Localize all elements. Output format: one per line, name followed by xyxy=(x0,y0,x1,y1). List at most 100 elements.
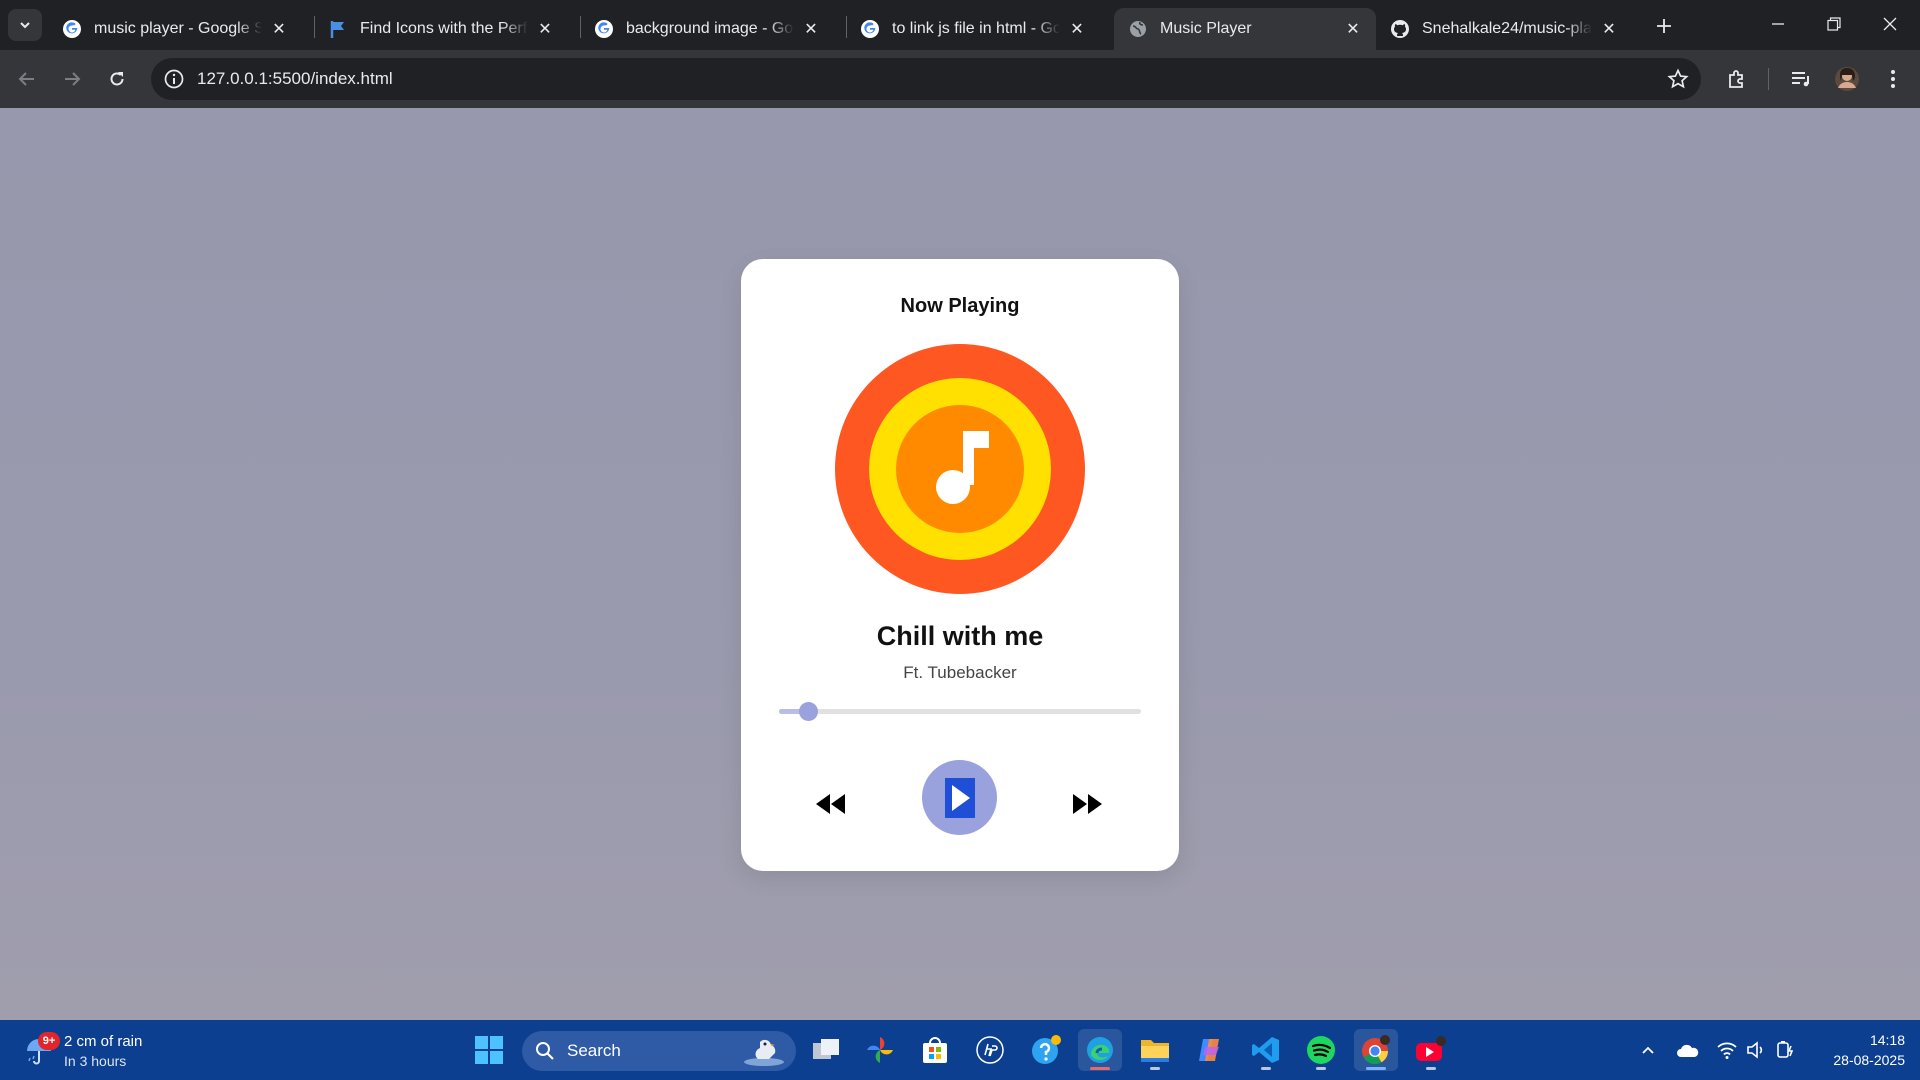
page-viewport: Now Playing Chill with me Ft. Tubebacker xyxy=(0,108,1920,1020)
store-bag-icon xyxy=(923,1037,947,1063)
browser-toolbar: 127.0.0.1:5500/index.html xyxy=(0,50,1920,108)
playlist-icon xyxy=(1792,72,1809,87)
close-window-button[interactable] xyxy=(1862,0,1918,48)
cloud-icon xyxy=(1677,1044,1699,1057)
google-icon xyxy=(594,19,614,39)
taskbar-spotify[interactable] xyxy=(1299,1029,1343,1071)
notification-badge: 9+ xyxy=(38,1032,60,1050)
search-icon xyxy=(536,1042,554,1060)
fast-forward-icon xyxy=(1073,794,1102,814)
weather-detail: In 3 hours xyxy=(64,1053,127,1069)
site-info-icon[interactable] xyxy=(163,68,185,90)
taskbar-hp[interactable] xyxy=(968,1029,1012,1071)
battery-charging-icon xyxy=(1777,1041,1794,1058)
close-icon[interactable]: ✕ xyxy=(534,18,556,40)
taskbar-photos[interactable] xyxy=(858,1029,902,1071)
extensions-button[interactable] xyxy=(1724,66,1750,92)
active-indicator xyxy=(1366,1067,1386,1070)
arrow-left-icon xyxy=(18,72,34,86)
taskbar-microsoft-store[interactable] xyxy=(913,1029,957,1071)
minimize-button[interactable] xyxy=(1750,0,1806,48)
tab-strip: music player - Google Search ✕ Find Icon… xyxy=(0,0,1920,50)
speaker-icon xyxy=(1747,1041,1763,1059)
media-controls-button[interactable] xyxy=(1788,66,1814,92)
tab-find-icons[interactable]: Find Icons with the Perfect Look & Feel … xyxy=(314,8,568,50)
previous-button[interactable] xyxy=(811,784,851,824)
close-icon[interactable]: ✕ xyxy=(1598,18,1620,40)
bookmark-star-icon[interactable] xyxy=(1667,68,1689,90)
taskbar-copilot[interactable] xyxy=(1188,1029,1232,1071)
onedrive-tray[interactable] xyxy=(1676,1038,1700,1062)
running-indicator xyxy=(1426,1067,1436,1070)
hp-logo-icon xyxy=(976,1036,1004,1064)
weather-summary: 2 cm of rain xyxy=(64,1033,143,1050)
next-button[interactable] xyxy=(1067,784,1107,824)
forward-button[interactable] xyxy=(55,62,89,96)
close-icon[interactable]: ✕ xyxy=(1066,18,1088,40)
close-icon[interactable]: ✕ xyxy=(1342,18,1364,40)
close-icon[interactable]: ✕ xyxy=(268,18,290,40)
taskbar-edge[interactable] xyxy=(1078,1029,1122,1071)
weather-widget[interactable]: 9+ 2 cm of rain In 3 hours xyxy=(20,1026,180,1074)
task-view-icon xyxy=(813,1039,839,1059)
taskbar-youtube[interactable] xyxy=(1409,1029,1453,1071)
song-title: Chill with me xyxy=(876,621,1044,651)
taskbar-help[interactable] xyxy=(1024,1029,1068,1071)
play-button[interactable] xyxy=(922,760,997,835)
taskbar-file-explorer[interactable] xyxy=(1133,1029,1177,1071)
close-icon[interactable]: ✕ xyxy=(800,18,822,40)
now-playing-heading: Now Playing xyxy=(900,295,1020,317)
reload-button[interactable] xyxy=(100,62,134,96)
wifi-tray[interactable] xyxy=(1715,1038,1739,1062)
restore-button[interactable] xyxy=(1806,0,1862,48)
back-button[interactable] xyxy=(10,62,44,96)
tab-title: to link js file in html - Google Search xyxy=(892,20,1060,37)
chevron-down-icon xyxy=(20,22,30,29)
progress-thumb[interactable] xyxy=(798,702,818,721)
tab-background-image[interactable]: background image - Google Search ✕ xyxy=(580,8,834,50)
arrow-right-icon xyxy=(65,72,81,86)
clock-time: 14:18 xyxy=(1869,1032,1905,1048)
taskbar-search[interactable]: Search xyxy=(522,1031,796,1071)
running-indicator xyxy=(1150,1067,1160,1070)
tab-title: Find Icons with the Perfect Look & Feel xyxy=(360,20,528,37)
new-tab-button[interactable] xyxy=(1650,12,1678,40)
profile-avatar[interactable] xyxy=(1834,66,1860,92)
windows-logo-icon xyxy=(475,1036,503,1064)
browser-menu-button[interactable] xyxy=(1880,66,1906,92)
show-hidden-icons-button[interactable] xyxy=(1636,1038,1660,1062)
more-vertical-icon xyxy=(1891,70,1895,88)
tab-search-button[interactable] xyxy=(8,9,42,41)
progress-slider[interactable] xyxy=(779,702,1141,721)
url-text[interactable]: 127.0.0.1:5500/index.html xyxy=(197,69,393,89)
album-art xyxy=(835,344,1085,594)
google-icon xyxy=(62,19,82,39)
flag-icon xyxy=(328,19,348,39)
wifi-icon xyxy=(1717,1042,1737,1059)
copilot-icon xyxy=(1199,1039,1219,1061)
chevron-up-icon xyxy=(1642,1046,1654,1054)
tab-music-player-search[interactable]: music player - Google Search ✕ xyxy=(48,8,302,50)
volume-tray[interactable] xyxy=(1744,1038,1768,1062)
reload-icon xyxy=(110,72,124,86)
tab-music-player[interactable]: Music Player ✕ xyxy=(1114,8,1376,50)
taskbar-vscode[interactable] xyxy=(1244,1029,1288,1071)
youtube-icon xyxy=(1416,1036,1446,1061)
address-bar[interactable]: 127.0.0.1:5500/index.html xyxy=(151,58,1701,100)
pinwheel-icon xyxy=(867,1037,893,1063)
system-clock[interactable]: 14:18 28-08-2025 xyxy=(1805,1030,1905,1070)
github-icon xyxy=(1390,19,1410,39)
battery-tray[interactable] xyxy=(1774,1038,1798,1062)
tab-title: Snehalkale24/music-player xyxy=(1422,20,1592,37)
taskbar-chrome[interactable] xyxy=(1354,1029,1398,1071)
close-icon xyxy=(1883,17,1897,31)
help-icon xyxy=(1032,1035,1061,1064)
running-indicator xyxy=(1261,1067,1271,1070)
start-button[interactable] xyxy=(467,1029,511,1071)
task-view-button[interactable] xyxy=(804,1029,848,1071)
windows-taskbar: 9+ 2 cm of rain In 3 hours Search 14:18 … xyxy=(0,1020,1920,1080)
music-player-card: Now Playing Chill with me Ft. Tubebacker xyxy=(741,259,1179,871)
tab-github-repo[interactable]: Snehalkale24/music-player ✕ xyxy=(1376,8,1632,50)
search-highlight-bird-icon xyxy=(744,1039,784,1066)
tab-link-js-file[interactable]: to link js file in html - Google Search … xyxy=(846,8,1100,50)
